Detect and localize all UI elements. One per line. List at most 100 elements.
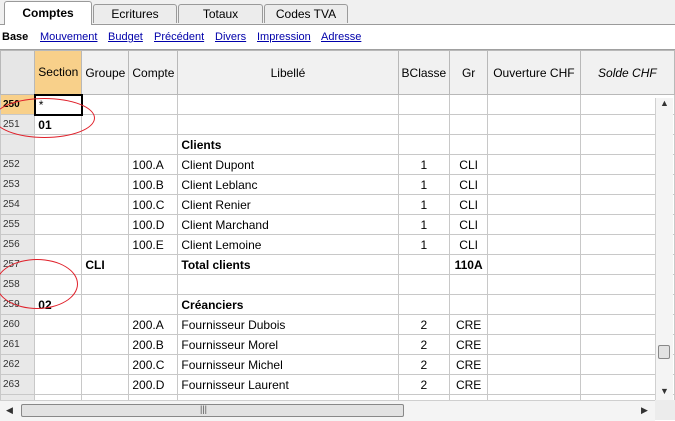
- header-row-number[interactable]: [0, 50, 36, 95]
- cell-section[interactable]: [34, 354, 83, 375]
- cell-bclasse[interactable]: 2: [397, 334, 451, 355]
- cell-groupe[interactable]: [81, 334, 130, 355]
- cell-ouverture[interactable]: [487, 134, 581, 155]
- table-row[interactable]: 254 100.C Client Renier 1 CLI: [0, 194, 675, 215]
- cell-compte[interactable]: 200.D: [128, 374, 179, 395]
- cell-gr[interactable]: CRE: [449, 354, 489, 375]
- cell-libelle[interactable]: Créanciers: [177, 294, 399, 315]
- cell-ouverture[interactable]: [487, 334, 581, 355]
- cell-ouverture[interactable]: [487, 314, 581, 335]
- cell-libelle[interactable]: Fournisseur Laurent: [177, 374, 399, 395]
- cell-gr[interactable]: CLI: [449, 194, 489, 215]
- table-row[interactable]: 256 100.E Client Lemoine 1 CLI: [0, 234, 675, 255]
- cell-bclasse[interactable]: [397, 134, 451, 155]
- cell-compte[interactable]: 100.B: [128, 174, 179, 195]
- table-row[interactable]: 263 200.D Fournisseur Laurent 2 CRE: [0, 374, 675, 395]
- cell-compte[interactable]: [128, 254, 179, 275]
- cell-gr[interactable]: CRE: [449, 334, 489, 355]
- row-number[interactable]: 252: [0, 154, 36, 175]
- cell-groupe[interactable]: [81, 374, 130, 395]
- table-row[interactable]: 253 100.B Client Leblanc 1 CLI: [0, 174, 675, 195]
- horizontal-scroll-thumb[interactable]: |||: [21, 404, 404, 417]
- cell-gr[interactable]: [449, 134, 489, 155]
- cell-ouverture[interactable]: [487, 234, 581, 255]
- cell-compte[interactable]: 100.E: [128, 234, 179, 255]
- view-base[interactable]: Base: [2, 31, 28, 43]
- cell-gr[interactable]: [449, 94, 489, 115]
- cell-groupe[interactable]: [81, 174, 130, 195]
- header-ouverture[interactable]: Ouverture CHF: [487, 50, 581, 95]
- cell-section[interactable]: [34, 234, 83, 255]
- row-number[interactable]: 253: [0, 174, 36, 195]
- header-compte[interactable]: Compte: [128, 50, 179, 95]
- cell-compte[interactable]: 200.A: [128, 314, 179, 335]
- view-divers[interactable]: Divers: [215, 31, 246, 43]
- cell-compte[interactable]: [128, 274, 179, 295]
- cell-libelle[interactable]: [177, 114, 399, 135]
- header-section[interactable]: Section: [34, 50, 83, 95]
- cell-libelle[interactable]: Fournisseur Morel: [177, 334, 399, 355]
- cell-libelle[interactable]: Clients: [177, 134, 399, 155]
- cell-libelle[interactable]: Total clients: [177, 254, 399, 275]
- header-groupe[interactable]: Groupe: [81, 50, 130, 95]
- scroll-down-arrow-icon[interactable]: ▼: [660, 386, 669, 396]
- row-number[interactable]: 260: [0, 314, 36, 335]
- scroll-up-arrow-icon[interactable]: ▲: [660, 98, 669, 108]
- cell-gr[interactable]: CLI: [449, 154, 489, 175]
- cell-section[interactable]: [34, 214, 83, 235]
- cell-gr[interactable]: [449, 274, 489, 295]
- cell-compte[interactable]: [128, 94, 179, 115]
- table-row[interactable]: 261 200.B Fournisseur Morel 2 CRE: [0, 334, 675, 355]
- cell-bclasse[interactable]: 1: [397, 234, 451, 255]
- cell-gr[interactable]: [449, 114, 489, 135]
- cell-groupe[interactable]: [81, 274, 130, 295]
- cell-bclasse[interactable]: 2: [397, 374, 451, 395]
- cell-gr[interactable]: CRE: [449, 314, 489, 335]
- cell-compte[interactable]: [128, 294, 179, 315]
- cell-groupe[interactable]: [81, 154, 130, 175]
- row-number[interactable]: 254: [0, 194, 36, 215]
- cell-libelle[interactable]: [177, 94, 399, 115]
- cell-ouverture[interactable]: [487, 114, 581, 135]
- tab-codes-tva[interactable]: Codes TVA: [264, 4, 348, 23]
- cell-bclasse[interactable]: 1: [397, 174, 451, 195]
- header-solde[interactable]: Solde CHF: [579, 50, 675, 95]
- cell-groupe[interactable]: [81, 134, 130, 155]
- cell-libelle[interactable]: Fournisseur Dubois: [177, 314, 399, 335]
- cell-libelle[interactable]: [177, 274, 399, 295]
- table-row[interactable]: Clients: [0, 134, 675, 155]
- tab-totaux[interactable]: Totaux: [178, 4, 263, 23]
- header-bclasse[interactable]: BClasse: [397, 50, 451, 95]
- cell-ouverture[interactable]: [487, 154, 581, 175]
- cell-gr[interactable]: [449, 294, 489, 315]
- cell-libelle[interactable]: Client Lemoine: [177, 234, 399, 255]
- cell-section[interactable]: [34, 194, 83, 215]
- table-row[interactable]: 255 100.D Client Marchand 1 CLI: [0, 214, 675, 235]
- cell-groupe[interactable]: [81, 214, 130, 235]
- cell-bclasse[interactable]: [397, 254, 451, 275]
- cell-section[interactable]: [34, 154, 83, 175]
- tab-ecritures[interactable]: Ecritures: [93, 4, 177, 23]
- cell-bclasse[interactable]: 2: [397, 354, 451, 375]
- cell-compte[interactable]: 200.C: [128, 354, 179, 375]
- cell-compte[interactable]: 200.B: [128, 334, 179, 355]
- cell-bclasse[interactable]: 1: [397, 194, 451, 215]
- cell-ouverture[interactable]: [487, 254, 581, 275]
- cell-compte[interactable]: [128, 114, 179, 135]
- cell-section[interactable]: [34, 314, 83, 335]
- cell-compte[interactable]: 100.A: [128, 154, 179, 175]
- vertical-scrollbar[interactable]: ▲ ▼: [655, 98, 673, 400]
- cell-libelle[interactable]: Client Renier: [177, 194, 399, 215]
- view-mouvement[interactable]: Mouvement: [40, 31, 97, 43]
- cell-groupe[interactable]: [81, 194, 130, 215]
- row-number[interactable]: 256: [0, 234, 36, 255]
- cell-ouverture[interactable]: [487, 354, 581, 375]
- cell-groupe[interactable]: [81, 314, 130, 335]
- row-number[interactable]: [0, 134, 36, 155]
- cell-section[interactable]: [34, 174, 83, 195]
- cell-gr[interactable]: CLI: [449, 174, 489, 195]
- cell-libelle[interactable]: Client Leblanc: [177, 174, 399, 195]
- cell-groupe[interactable]: [81, 234, 130, 255]
- cell-libelle[interactable]: Client Dupont: [177, 154, 399, 175]
- row-number[interactable]: 263: [0, 374, 36, 395]
